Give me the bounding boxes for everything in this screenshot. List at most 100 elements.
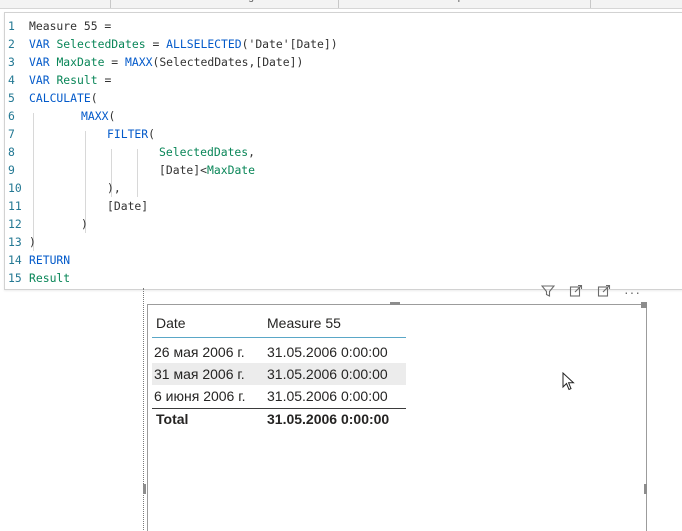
code-text: FILTER( [107, 125, 155, 143]
line-number: 12 [8, 217, 22, 231]
cell-date: 6 июня 2006 г. [154, 388, 246, 404]
code-token: ( [148, 127, 156, 141]
code-token: CALCULATE [29, 91, 91, 105]
header-rule [152, 337, 406, 338]
ribbon-group-properties[interactable]: Properties [430, 0, 500, 8]
column-header-measure[interactable]: Measure 55 [267, 312, 341, 334]
code-text: CALCULATE( [29, 89, 98, 107]
code-token: ) [81, 217, 88, 231]
code-token: SelectedDates [159, 145, 249, 159]
cell-date: 31 мая 2006 г. [154, 366, 245, 382]
line-number: 11 [8, 199, 22, 213]
code-line[interactable]: 3 VAR MaxDate = MAXX(SelectedDates,[Date]… [5, 53, 682, 71]
code-token: SelectedDates [56, 37, 146, 51]
filter-icon[interactable] [540, 284, 556, 300]
more-options-icon[interactable]: ··· [624, 284, 640, 300]
code-text: SelectedDates, [159, 143, 255, 161]
code-line[interactable]: 4 VAR Result = [5, 71, 682, 89]
code-line[interactable]: 6 MAXX( [5, 107, 682, 125]
cell-measure: 31.05.2006 0:00:00 [267, 388, 388, 404]
line-number: 9 [8, 163, 15, 177]
code-token: , [248, 145, 256, 159]
code-token: = [97, 73, 112, 87]
ribbon-separator [338, 0, 339, 8]
table-row[interactable]: 31 мая 2006 г. 31.05.2006 0:00:00 [152, 363, 406, 385]
code-text: VAR Result = [29, 71, 111, 89]
code-line[interactable]: 2 VAR SelectedDates = ALLSELECTED('Date'[… [5, 35, 682, 53]
code-text: Measure 55 = [29, 17, 111, 35]
code-token: ), [107, 181, 121, 195]
line-number: 13 [8, 235, 22, 249]
code-text: MAXX( [81, 107, 115, 125]
ribbon-group-calculations[interactable]: Calculations [612, 0, 682, 8]
ribbon-group-formatting[interactable]: Formatting [195, 0, 265, 8]
code-token: RETURN [29, 253, 71, 267]
line-number: 7 [8, 127, 15, 141]
visual-header: ··· [540, 284, 650, 302]
code-text: ) [81, 215, 88, 233]
code-text: [Date] [107, 197, 148, 215]
code-line[interactable]: 12) [5, 215, 682, 233]
code-token: ) [29, 235, 36, 249]
resize-handle-top-right[interactable] [641, 302, 647, 308]
line-number: 3 [8, 55, 15, 69]
code-line[interactable]: 11 [Date] [5, 197, 682, 215]
code-text: VAR MaxDate = MAXX(SelectedDates,[Date]) [29, 53, 303, 71]
code-token: ('Date'[Date]) [241, 37, 338, 51]
code-token: MAXX [125, 55, 153, 69]
column-header-date[interactable]: Date [156, 312, 186, 334]
code-token: MAXX [81, 109, 109, 123]
table-row[interactable]: 26 мая 2006 г. 31.05.2006 0:00:00 [152, 341, 406, 363]
code-text: ), [107, 179, 121, 197]
expand-icon[interactable] [596, 284, 612, 300]
ribbon-group-structure[interactable]: cture [0, 0, 24, 8]
code-text: RETURN [29, 251, 70, 269]
resize-handle-left[interactable] [143, 484, 146, 494]
code-token: Result [29, 271, 71, 285]
code-line[interactable]: 14 RETURN [5, 251, 682, 269]
code-line[interactable]: 7 FILTER( [5, 125, 682, 143]
line-number: 2 [8, 37, 15, 51]
cell-measure: 31.05.2006 0:00:00 [267, 366, 388, 382]
code-line[interactable]: 13) [5, 233, 682, 251]
line-number: 14 [8, 253, 22, 267]
dax-formula-editor[interactable]: 1 Measure 55 = 2 VAR SelectedDates = ALLSEL… [4, 12, 682, 290]
code-text: Result [29, 269, 70, 287]
focus-mode-icon[interactable] [568, 284, 584, 300]
total-value: 31.05.2006 0:00:00 [267, 411, 390, 427]
code-line[interactable]: 10), [5, 179, 682, 197]
line-number: 8 [8, 145, 15, 159]
code-token: VAR [29, 55, 57, 69]
code-text: VAR SelectedDates = ALLSELECTED('Date'[D… [29, 35, 338, 53]
line-number: 1 [8, 19, 15, 33]
code-token: [Date] [107, 199, 149, 213]
code-line[interactable]: 8 SelectedDates, [5, 143, 682, 161]
total-row: Total 31.05.2006 0:00:00 [152, 408, 406, 430]
code-token: = [104, 55, 126, 69]
code-token: ( [108, 109, 116, 123]
line-number: 6 [8, 109, 15, 123]
code-line[interactable]: 5 CALCULATE( [5, 89, 682, 107]
resize-handle-top[interactable] [390, 302, 400, 305]
code-text: [Date]<MaxDate [159, 161, 255, 179]
code-token: Measure 55 = [29, 19, 112, 33]
mouse-cursor-icon [562, 372, 575, 391]
code-token: Result [56, 73, 98, 87]
line-number: 15 [8, 271, 22, 285]
resize-handle-right[interactable] [644, 484, 647, 494]
table-row[interactable]: 6 июня 2006 г. 31.05.2006 0:00:00 [152, 385, 406, 407]
code-token: ( [90, 91, 98, 105]
code-line[interactable]: 1 Measure 55 = [5, 17, 682, 35]
code-token: VAR [29, 37, 57, 51]
code-line[interactable]: 9 [Date]<MaxDate [5, 161, 682, 179]
code-token: VAR [29, 73, 57, 87]
code-token: [Date]< [159, 163, 208, 177]
code-token: ALLSELECTED [166, 37, 242, 51]
code-token: (SelectedDates,[Date]) [152, 55, 304, 69]
ribbon-separator [590, 0, 591, 8]
line-number: 10 [8, 181, 22, 195]
ribbon-strip: cture Formatting Properties Calculations [0, 0, 682, 9]
ribbon-separator [110, 0, 111, 8]
line-number: 5 [8, 91, 15, 105]
code-token: MaxDate [207, 163, 256, 177]
